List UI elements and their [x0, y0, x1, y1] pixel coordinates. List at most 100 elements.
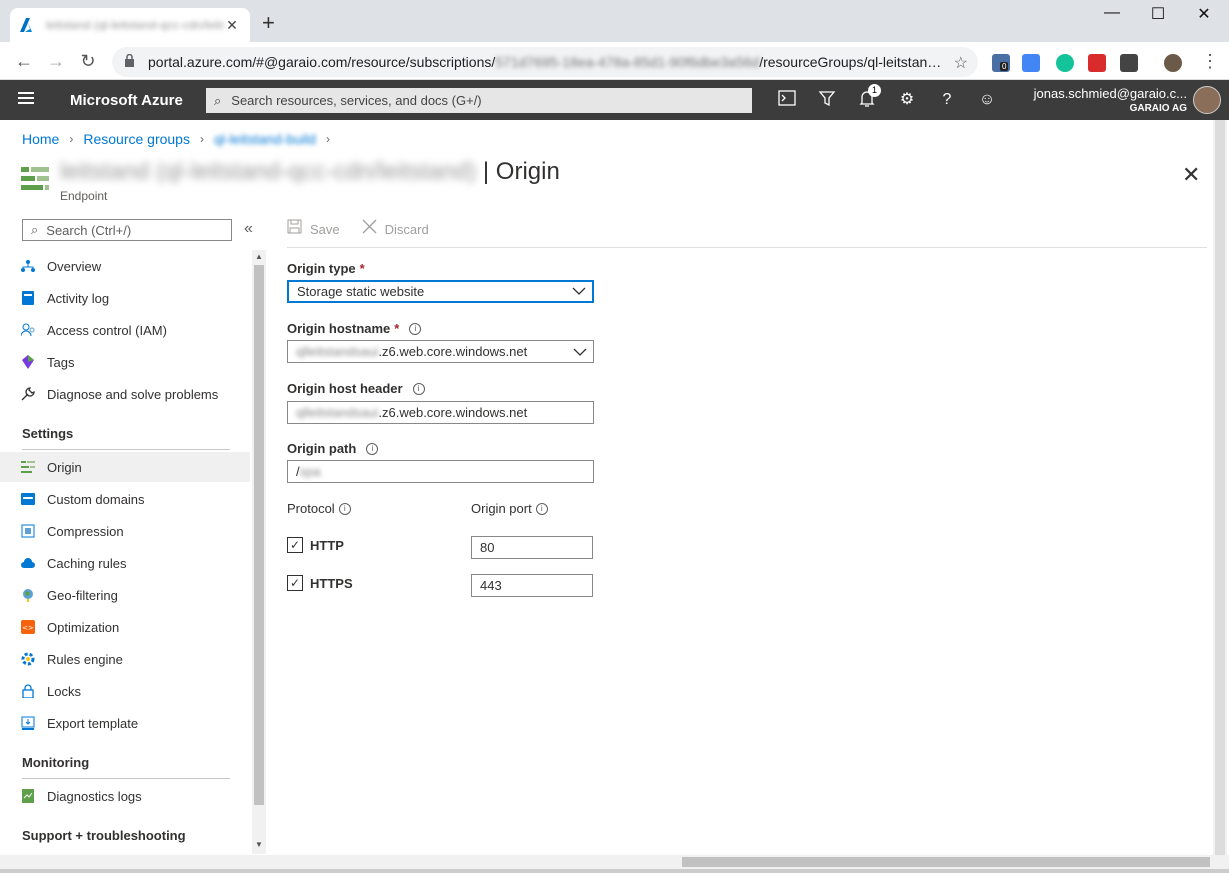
http-port-input[interactable]: 80 [471, 536, 593, 559]
url-blurred: 571d7695-18ea-478a-85d1-90f6dbe3a56d [495, 54, 760, 70]
https-checkbox[interactable]: ✓ [287, 575, 303, 591]
browser-toolbar: ← → ↻ portal.azure.com/#@garaio.com/reso… [0, 42, 1229, 80]
azure-brand[interactable]: Microsoft Azure [70, 92, 183, 109]
info-icon[interactable]: i [338, 502, 351, 515]
export-template-icon [20, 715, 36, 731]
nav-item-label: Custom domains [47, 491, 145, 507]
https-port-value: 443 [480, 578, 502, 593]
hamburger-menu-icon[interactable] [18, 92, 34, 106]
grammarly-extension-icon[interactable] [1056, 54, 1074, 72]
info-icon[interactable]: i [409, 322, 422, 335]
user-avatar[interactable] [1193, 86, 1221, 114]
save-button[interactable]: Save [287, 219, 340, 239]
collapse-menu-icon[interactable]: « [244, 220, 253, 238]
notifications-badge: 1 [868, 84, 881, 97]
reload-icon[interactable]: ↻ [76, 50, 100, 74]
user-account[interactable]: jonas.schmied@garaio.c... GARAIO AG [1034, 86, 1187, 114]
tab-close-icon[interactable]: ✕ [224, 17, 240, 34]
scroll-down-icon[interactable]: ▼ [255, 840, 263, 849]
nav-item-origin[interactable]: Origin [0, 452, 250, 482]
page-horizontal-scrollbar-thumb[interactable] [682, 857, 1210, 867]
forward-icon[interactable]: → [44, 50, 68, 74]
directory-filter-icon[interactable] [816, 90, 838, 110]
extension-1-icon[interactable]: 0 [992, 54, 1010, 72]
menu-search-input[interactable]: ⌕ Search (Ctrl+/) [22, 219, 232, 241]
translate-extension-icon[interactable] [1022, 54, 1040, 72]
new-tab-button[interactable]: + [262, 12, 275, 34]
breadcrumb-resource-groups[interactable]: Resource groups [83, 131, 190, 147]
origin-type-dropdown[interactable]: Storage static website [287, 280, 594, 303]
back-icon[interactable]: ← [12, 50, 36, 74]
breadcrumb-resource-group[interactable]: ql-leitstand-build [214, 131, 316, 147]
chevron-right-icon: › [69, 132, 74, 146]
origin-hostname-label: Origin hostname * i [287, 321, 422, 336]
geo-filtering-icon [20, 587, 36, 603]
nav-item-rules-engine[interactable]: Rules engine [0, 644, 250, 674]
menu-scrollbar[interactable]: ▲ ▼ [252, 250, 266, 854]
info-icon[interactable]: i [535, 502, 548, 515]
nav-item-caching-rules[interactable]: Caching rules [0, 548, 250, 578]
shield-extension-icon[interactable] [1120, 54, 1138, 72]
scroll-up-icon[interactable]: ▲ [255, 252, 263, 261]
settings-gear-icon[interactable]: ⚙ [896, 90, 918, 110]
command-bar: Save Discard [287, 219, 1207, 248]
origin-hostname-label-text: Origin hostname [287, 321, 391, 336]
notifications-icon[interactable]: 1 [856, 84, 881, 110]
address-bar[interactable]: portal.azure.com/#@garaio.com/resource/s… [112, 47, 978, 77]
origin-hostname-dropdown[interactable]: qlleitstandsaui .z6.web.core.windows.net [287, 340, 594, 363]
nav-item-label: Caching rules [47, 555, 127, 571]
nav-item-custom-domains[interactable]: Custom domains [0, 484, 250, 514]
nav-item-diagnostics-logs[interactable]: Diagnostics logs [0, 781, 250, 811]
azure-header: Microsoft Azure ⌕ Search resources, serv… [0, 80, 1229, 120]
nav-item-compression[interactable]: Compression [0, 516, 250, 546]
nav-item-label: Rules engine [47, 651, 123, 667]
origin-host-header-input[interactable]: qlleitstandsaui .z6.web.core.windows.net [287, 401, 594, 424]
window-close-button[interactable]: ✕ [1184, 4, 1224, 24]
http-checkbox[interactable]: ✓ [287, 537, 303, 553]
url-suffix: /resourceGroups/ql-leitstan… [759, 54, 942, 70]
nav-item-overview[interactable]: Overview [0, 251, 250, 281]
origin-path-label: Origin path i [287, 441, 379, 456]
browser-tab[interactable]: leitstand (ql-leitstand-qcc-cdn/leitstan… [10, 8, 250, 42]
nav-item-access-control[interactable]: Access control (IAM) [0, 315, 250, 345]
bookmark-star-icon[interactable]: ☆ [954, 53, 968, 73]
window-minimize-button[interactable]: — [1092, 4, 1132, 22]
nav-item-diagnose[interactable]: Diagnose and solve problems [0, 379, 250, 409]
discard-button[interactable]: Discard [362, 219, 429, 239]
nav-item-activity-log[interactable]: Activity log [0, 283, 250, 313]
nav-item-locks[interactable]: Locks [0, 676, 250, 706]
activity-log-icon [20, 290, 36, 306]
cloud-shell-icon[interactable] [776, 90, 798, 110]
feedback-smiley-icon[interactable]: ☺ [976, 90, 998, 110]
info-icon[interactable]: i [412, 382, 425, 395]
window-maximize-button[interactable]: ☐ [1138, 4, 1178, 24]
user-org: GARAIO AG [1129, 103, 1187, 114]
close-blade-icon[interactable]: ✕ [1182, 162, 1200, 188]
global-search-input[interactable]: ⌕ Search resources, services, and docs (… [206, 88, 752, 113]
page-vertical-scrollbar-thumb[interactable] [1215, 120, 1225, 855]
breadcrumb-home[interactable]: Home [22, 131, 59, 147]
menu-scrollbar-thumb[interactable] [254, 265, 264, 805]
browser-menu-icon[interactable]: ⋮ [1198, 50, 1222, 74]
page-horizontal-scrollbar[interactable] [0, 855, 1229, 869]
info-icon[interactable]: i [366, 442, 379, 455]
page-vertical-scrollbar[interactable] [1213, 120, 1227, 855]
origin-path-input[interactable]: / spa [287, 460, 594, 483]
nav-item-label: Diagnostics logs [47, 788, 142, 804]
url-prefix: portal.azure.com/#@garaio.com/resource/s… [148, 54, 496, 70]
nav-item-tags[interactable]: Tags [0, 347, 250, 377]
pdf-extension-icon[interactable] [1088, 54, 1106, 72]
nav-item-label: Access control (IAM) [47, 322, 167, 338]
nav-item-geo-filtering[interactable]: Geo-filtering [0, 580, 250, 610]
nav-item-label: Tags [47, 354, 75, 370]
nav-section-monitoring: Monitoring [22, 755, 230, 779]
nav-item-optimization[interactable]: <> Optimization [0, 612, 250, 642]
profile-avatar-icon[interactable] [1164, 54, 1182, 72]
nav-item-label: Geo-filtering [47, 587, 118, 603]
nav-item-export-template[interactable]: Export template [0, 708, 250, 738]
https-port-input[interactable]: 443 [471, 574, 593, 597]
https-label: HTTPS [310, 576, 353, 591]
nav-item-label: Overview [47, 258, 102, 274]
help-icon[interactable]: ? [936, 90, 958, 110]
origin-icon [20, 459, 36, 475]
